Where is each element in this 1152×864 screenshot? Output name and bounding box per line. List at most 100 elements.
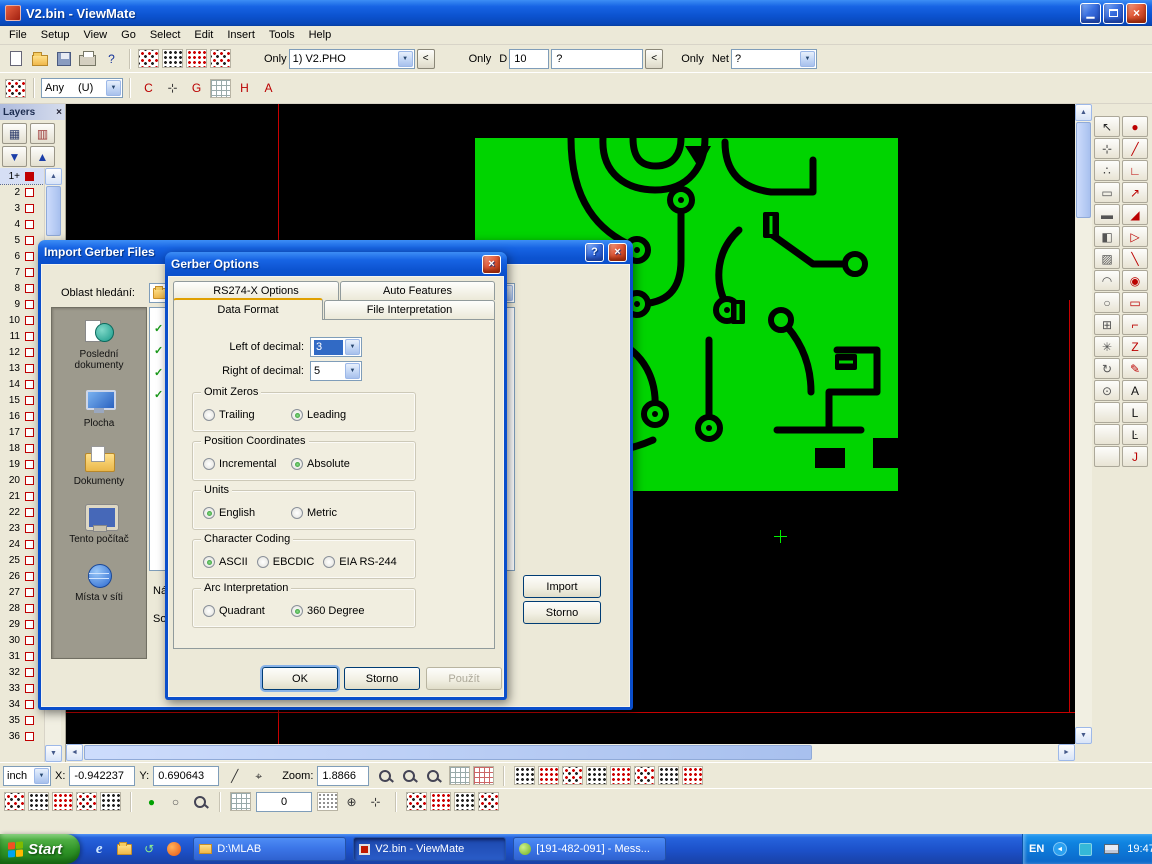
anchor-button[interactable]: ⊕ — [340, 791, 363, 813]
layer-swatch[interactable] — [25, 444, 34, 453]
tab-data-format[interactable]: Data Format — [173, 298, 323, 320]
layer-swatch[interactable] — [25, 684, 34, 693]
letter-l-tool[interactable]: L — [1122, 402, 1148, 423]
pad-display-button-3[interactable] — [561, 765, 584, 787]
layer-swatch[interactable] — [25, 508, 34, 517]
letter-l2-tool[interactable]: Ŀ — [1122, 424, 1148, 445]
layer-row-1[interactable]: 1+ — [0, 168, 44, 184]
star-tool[interactable]: ✳ — [1094, 336, 1120, 357]
rect-tool[interactable]: ▭ — [1094, 182, 1120, 203]
folder-quicklaunch-button[interactable] — [115, 839, 133, 859]
print-button[interactable] — [76, 48, 99, 70]
center-mode-button[interactable]: ⌖ — [247, 765, 270, 787]
layer-swatch[interactable] — [25, 476, 34, 485]
layer-swatch[interactable] — [25, 396, 34, 405]
layer-view-button-2[interactable] — [27, 791, 50, 813]
layer-swatch[interactable] — [25, 668, 34, 677]
corner-tool[interactable]: ∟ — [1122, 160, 1148, 181]
menu-item-edit[interactable]: Edit — [187, 27, 220, 43]
prev-dcode-button[interactable]: < — [645, 49, 663, 69]
units-combo[interactable]: inch ▼ — [3, 766, 51, 786]
spare-tool-3[interactable] — [1094, 446, 1120, 467]
filled-rect-tool[interactable]: ▬ — [1094, 204, 1120, 225]
line-tool[interactable]: ╱ — [1122, 138, 1148, 159]
menu-item-view[interactable]: View — [76, 27, 114, 43]
menu-item-file[interactable]: File — [2, 27, 34, 43]
pad-select-button[interactable] — [4, 77, 27, 99]
tab-file-interpretation[interactable]: File Interpretation — [324, 300, 495, 319]
zigzag-tool[interactable]: Z — [1122, 336, 1148, 357]
grid-snap-tool[interactable]: ⊞ — [1094, 314, 1120, 335]
layer-swatch[interactable] — [25, 172, 34, 181]
dcode-search-field[interactable]: ? — [551, 49, 643, 69]
net-combo[interactable]: ? ▼ — [731, 49, 817, 69]
selection-filter-combo[interactable]: Any (U) ▼ — [41, 78, 123, 98]
layer-swatch[interactable] — [25, 588, 34, 597]
canvas-hscrollbar[interactable]: ◄ ► — [66, 744, 1075, 761]
layer-up-button[interactable]: ▲ — [30, 146, 55, 167]
pad-display-button-7[interactable] — [657, 765, 680, 787]
menu-item-go[interactable]: Go — [114, 27, 143, 43]
scroll-down-icon[interactable]: ▼ — [45, 745, 62, 762]
layer-swatch[interactable] — [25, 236, 34, 245]
menu-item-tools[interactable]: Tools — [262, 27, 302, 43]
cross-snap-button[interactable]: ⊹ — [364, 791, 387, 813]
pad-style-button-1[interactable] — [405, 791, 428, 813]
layers-close-icon[interactable]: × — [56, 107, 62, 118]
radio-360-degree[interactable]: 360 Degree — [291, 605, 365, 617]
import-button[interactable]: Import — [523, 575, 601, 598]
layer-swatch[interactable] — [25, 556, 34, 565]
target-tool[interactable]: ◉ — [1122, 270, 1148, 291]
zoom-window-button[interactable] — [397, 765, 420, 787]
radio-quadrant[interactable]: Quadrant — [203, 605, 291, 617]
triangle-tool[interactable]: ▷ — [1122, 226, 1148, 247]
grid-button[interactable] — [448, 765, 471, 787]
text-tool[interactable]: A — [1122, 380, 1148, 401]
board-view-button-2[interactable] — [161, 48, 184, 70]
refresh-quicklaunch-button[interactable]: ↺ — [140, 839, 158, 859]
new-file-button[interactable] — [4, 48, 27, 70]
radio-ascii[interactable]: ASCII — [203, 556, 248, 568]
layer-swatch[interactable] — [25, 524, 34, 533]
language-indicator[interactable]: EN — [1029, 843, 1044, 855]
layer-swatch[interactable] — [25, 636, 34, 645]
start-button[interactable]: Start — [0, 834, 80, 864]
only-layer-label[interactable]: Only — [264, 53, 287, 65]
layer-swatch[interactable] — [25, 188, 34, 197]
layer-swatch[interactable] — [25, 732, 34, 741]
context-help-button[interactable]: ? — [100, 48, 123, 70]
layer-swatch[interactable] — [25, 412, 34, 421]
grid-size-field[interactable]: 0 — [256, 792, 312, 812]
tray-keyboard-button[interactable] — [1100, 838, 1123, 860]
pad-style-button-4[interactable] — [477, 791, 500, 813]
dropdown-icon[interactable]: ▼ — [800, 51, 815, 67]
grid-view-button[interactable] — [209, 77, 232, 99]
layer-view-button-1[interactable] — [3, 791, 26, 813]
layer-swatch[interactable] — [25, 428, 34, 437]
ready-light-button[interactable]: ● — [140, 791, 163, 813]
scroll-left-icon[interactable]: ◄ — [66, 744, 83, 761]
layer-row-4[interactable]: 4 — [0, 216, 44, 232]
layer-swatch[interactable] — [25, 652, 34, 661]
radio-absolute[interactable]: Absolute — [291, 458, 350, 470]
layer-swatch[interactable] — [25, 540, 34, 549]
arrow-tool[interactable]: ↗ — [1122, 182, 1148, 203]
save-button[interactable] — [52, 48, 75, 70]
only-net-label[interactable]: Only — [681, 53, 704, 65]
rect-outline-tool[interactable]: ▭ — [1122, 292, 1148, 313]
scrollbar-thumb[interactable] — [1076, 122, 1091, 218]
prev-layer-button[interactable]: < — [417, 49, 435, 69]
menu-item-select[interactable]: Select — [143, 27, 188, 43]
half-plane-tool[interactable]: ◧ — [1094, 226, 1120, 247]
only-d-label[interactable]: Only — [469, 53, 492, 65]
layer-swatch[interactable] — [25, 252, 34, 261]
left-of-decimal-combo[interactable]: 3 ▼ — [310, 337, 362, 357]
layer-swatch[interactable] — [25, 316, 34, 325]
pad-tool[interactable]: ● — [1122, 116, 1148, 137]
layer-combo[interactable]: 1) V2.PHO ▼ — [289, 49, 415, 69]
dot-grid-button[interactable] — [316, 791, 339, 813]
layer-row-2[interactable]: 2 — [0, 184, 44, 200]
dropdown-icon[interactable]: ▼ — [106, 80, 121, 96]
pen-tool[interactable]: ✎ — [1122, 358, 1148, 379]
scroll-right-icon[interactable]: ► — [1058, 744, 1075, 761]
